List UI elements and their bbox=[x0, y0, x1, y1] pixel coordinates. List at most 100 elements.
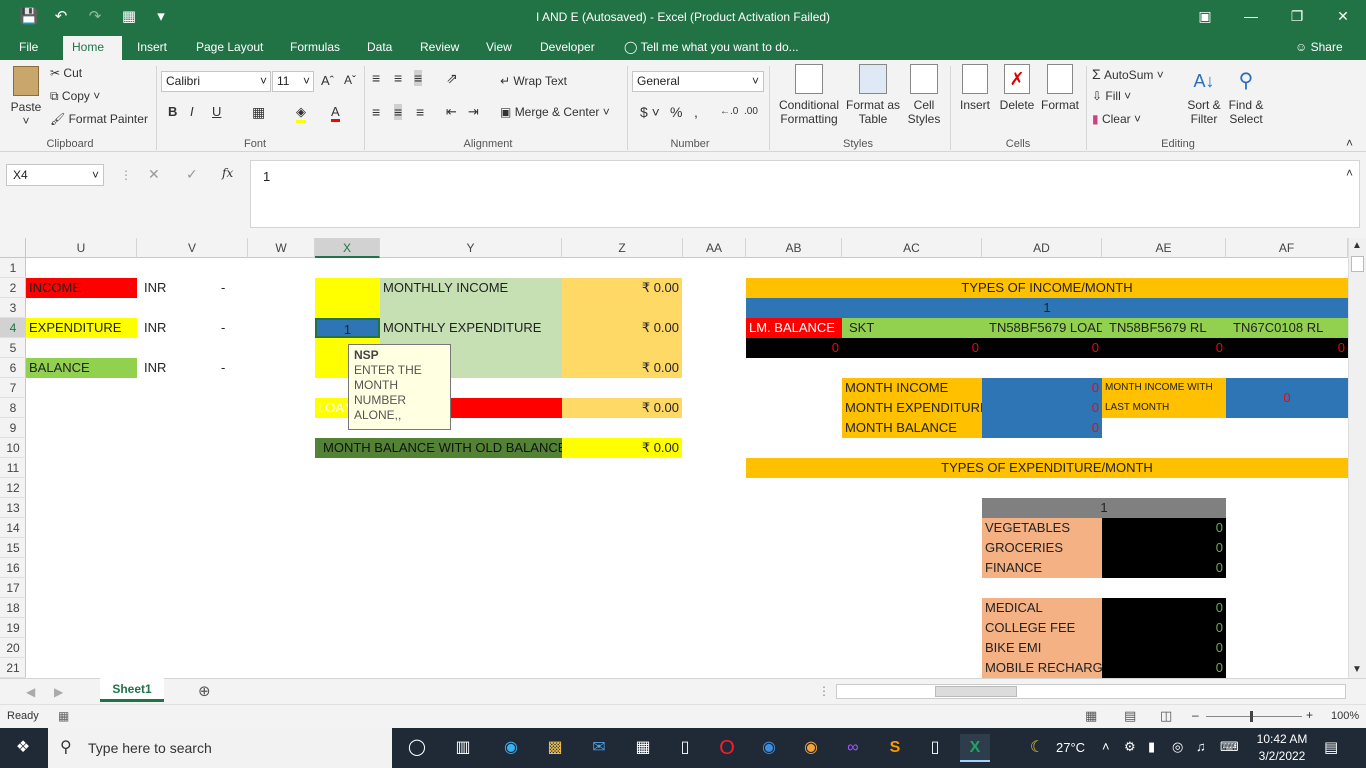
tab-developer[interactable]: Developer bbox=[531, 36, 604, 60]
cell-lm-balance[interactable]: LM. BALANCE bbox=[746, 318, 842, 338]
cell-expenditure-types-header[interactable]: TYPES OF EXPENDITURE/MONTH bbox=[746, 458, 1348, 478]
align-middle-icon[interactable]: ≡ bbox=[394, 70, 402, 86]
cell-exp-label[interactable]: COLLEGE FEE bbox=[982, 618, 1102, 638]
percent-icon[interactable]: % bbox=[670, 104, 682, 120]
cell-rl2[interactable]: TN67C0108 RL bbox=[1230, 318, 1348, 338]
name-box[interactable]: X4 ˅ bbox=[6, 164, 104, 186]
row-header[interactable]: 3 bbox=[0, 298, 26, 318]
cell-month-expenditure[interactable]: MONTH EXPENDITURE bbox=[842, 398, 982, 418]
row-header[interactable]: 19 bbox=[0, 618, 26, 638]
zoom-level[interactable]: 100% bbox=[1331, 710, 1359, 722]
close-button[interactable]: ✕ bbox=[1320, 0, 1366, 32]
show-hidden-icons-icon[interactable]: ˄ bbox=[1102, 739, 1110, 754]
horizontal-scroll-thumb[interactable] bbox=[935, 686, 1017, 697]
row-header[interactable]: 1 bbox=[0, 258, 26, 278]
cell-balance-label[interactable]: BALANCE bbox=[26, 358, 137, 378]
form-icon[interactable]: ▦ bbox=[118, 6, 140, 28]
column-header[interactable]: AE bbox=[1102, 238, 1226, 258]
cell-monthly-expenditure[interactable]: MONTHLY EXPENDITURE bbox=[380, 318, 562, 338]
cell-styles-button[interactable]: Cell Styles bbox=[902, 64, 946, 126]
cell-exp-label[interactable]: MOBILE RECHARGE bbox=[982, 658, 1102, 678]
next-sheet-icon[interactable]: ▶ bbox=[54, 685, 63, 699]
cell-loan-value[interactable]: ₹ 0.00 bbox=[562, 398, 682, 418]
temperature[interactable]: 27°C bbox=[1056, 740, 1085, 755]
row-header[interactable]: 12 bbox=[0, 478, 26, 498]
enter-icon[interactable]: ✓ bbox=[186, 166, 198, 183]
comma-icon[interactable]: , bbox=[694, 104, 698, 120]
cell-month-income[interactable]: MONTH INCOME bbox=[842, 378, 982, 398]
undo-icon[interactable]: ↶ bbox=[50, 6, 72, 28]
clock-time[interactable]: 10:42 AM bbox=[1256, 732, 1308, 746]
sort-filter-button[interactable]: A↓ Sort & Filter bbox=[1180, 64, 1228, 126]
row-header[interactable]: 5 bbox=[0, 338, 26, 358]
cell-x2[interactable] bbox=[315, 278, 380, 318]
volume-icon[interactable]: ♫ bbox=[1196, 739, 1206, 754]
paste-button[interactable]: Paste ˅ bbox=[8, 66, 44, 128]
cancel-icon[interactable]: ✕ bbox=[148, 166, 160, 183]
page-layout-view-icon[interactable]: ▤ bbox=[1124, 708, 1136, 724]
horizontal-scrollbar[interactable] bbox=[836, 684, 1346, 699]
insert-cells-button[interactable]: Insert bbox=[955, 64, 995, 112]
increase-decimal-icon[interactable]: ←.0 bbox=[720, 106, 738, 117]
row-header[interactable]: 18 bbox=[0, 598, 26, 618]
sheet-tab-sheet1[interactable]: Sheet1 bbox=[100, 678, 164, 702]
format-painter-button[interactable]: 🖌 Format Painter bbox=[50, 112, 148, 126]
row-header[interactable]: 4 bbox=[0, 318, 26, 338]
collapse-ribbon-icon[interactable]: ˄ bbox=[1346, 136, 1353, 150]
row-header[interactable]: 15 bbox=[0, 538, 26, 558]
cell-dash[interactable]: - bbox=[218, 358, 258, 378]
customize-qat-icon[interactable]: ▾ bbox=[150, 6, 172, 28]
cell-expenditure-value[interactable]: ₹ 0.00 bbox=[562, 318, 682, 338]
cell-income-label[interactable]: INCOME bbox=[26, 278, 137, 298]
format-cells-button[interactable]: Format bbox=[1038, 64, 1082, 112]
cell-load[interactable]: TN58BF5679 LOAD bbox=[986, 318, 1102, 338]
cell-month-balance-old-value[interactable]: ₹ 0.00 bbox=[562, 438, 682, 458]
prev-sheet-icon[interactable]: ◀ bbox=[26, 685, 35, 699]
visual-studio-icon[interactable]: ∞ bbox=[838, 734, 868, 762]
battery-icon[interactable]: ▮ bbox=[1148, 739, 1155, 755]
cell-month-expenditure-value[interactable]: 0 bbox=[982, 398, 1102, 418]
share-button[interactable]: ☺ Share bbox=[1286, 36, 1352, 60]
cell-exp-value[interactable]: 0 bbox=[1102, 638, 1226, 658]
file-icon[interactable]: ▯ bbox=[670, 734, 700, 762]
row-header[interactable]: 9 bbox=[0, 418, 26, 438]
row-header[interactable]: 10 bbox=[0, 438, 26, 458]
notification-icon[interactable]: ▤ bbox=[1324, 738, 1338, 756]
cell-skt[interactable]: SKT bbox=[846, 318, 976, 338]
cell-exp-label[interactable]: BIKE EMI bbox=[982, 638, 1102, 658]
decrease-indent-icon[interactable]: ⇤ bbox=[446, 104, 457, 120]
tab-file[interactable]: File bbox=[10, 36, 47, 60]
row-header[interactable]: 17 bbox=[0, 578, 26, 598]
cell-income-month[interactable]: 1 bbox=[746, 298, 1348, 318]
cell-month-income-value[interactable]: 0 bbox=[982, 378, 1102, 398]
excel-taskbar-icon[interactable]: X bbox=[960, 734, 990, 762]
keyboard-icon[interactable]: ⌨ bbox=[1220, 739, 1239, 755]
cell-income-value[interactable]: ₹ 0.00 bbox=[562, 278, 682, 298]
row-header[interactable]: 21 bbox=[0, 658, 26, 678]
redo-icon[interactable]: ↷ bbox=[84, 6, 106, 28]
tray-icon[interactable]: ⚙ bbox=[1124, 739, 1136, 755]
column-header[interactable]: X bbox=[315, 238, 380, 258]
split-handle-icon[interactable]: ⋮ bbox=[818, 684, 830, 698]
network-icon[interactable]: ◎ bbox=[1172, 739, 1183, 755]
insert-function-icon[interactable]: fx bbox=[222, 166, 233, 180]
scroll-thumb[interactable] bbox=[1351, 256, 1364, 272]
macro-record-icon[interactable]: ▦ bbox=[58, 709, 69, 723]
cell-exp-value[interactable]: 0 bbox=[1102, 518, 1226, 538]
cell-month-balance[interactable]: MONTH BALANCE bbox=[842, 418, 982, 438]
column-header[interactable]: AB bbox=[746, 238, 842, 258]
cell-month-balance-old[interactable]: MONTH BALANCE WITH OLD BALANCE bbox=[315, 438, 562, 458]
weather-moon-icon[interactable]: ☾ bbox=[1022, 734, 1052, 762]
zoom-slider[interactable] bbox=[1206, 716, 1302, 717]
scroll-down-icon[interactable]: ▼ bbox=[1352, 664, 1362, 675]
tell-me-box[interactable]: ◯ Tell me what you want to do... bbox=[615, 36, 808, 60]
save-icon[interactable]: 💾 bbox=[18, 6, 40, 28]
row-header[interactable]: 14 bbox=[0, 518, 26, 538]
windows-start-icon[interactable]: ❖ bbox=[8, 734, 38, 762]
align-bottom-icon[interactable]: ≡ bbox=[414, 70, 423, 86]
cell-exp-label[interactable]: FINANCE bbox=[982, 558, 1102, 578]
tab-view[interactable]: View bbox=[477, 36, 521, 60]
cell-exp-value[interactable]: 0 bbox=[1102, 558, 1226, 578]
cell-rl1[interactable]: TN58BF5679 RL bbox=[1106, 318, 1226, 338]
zoom-out-icon[interactable]: – bbox=[1192, 708, 1199, 722]
